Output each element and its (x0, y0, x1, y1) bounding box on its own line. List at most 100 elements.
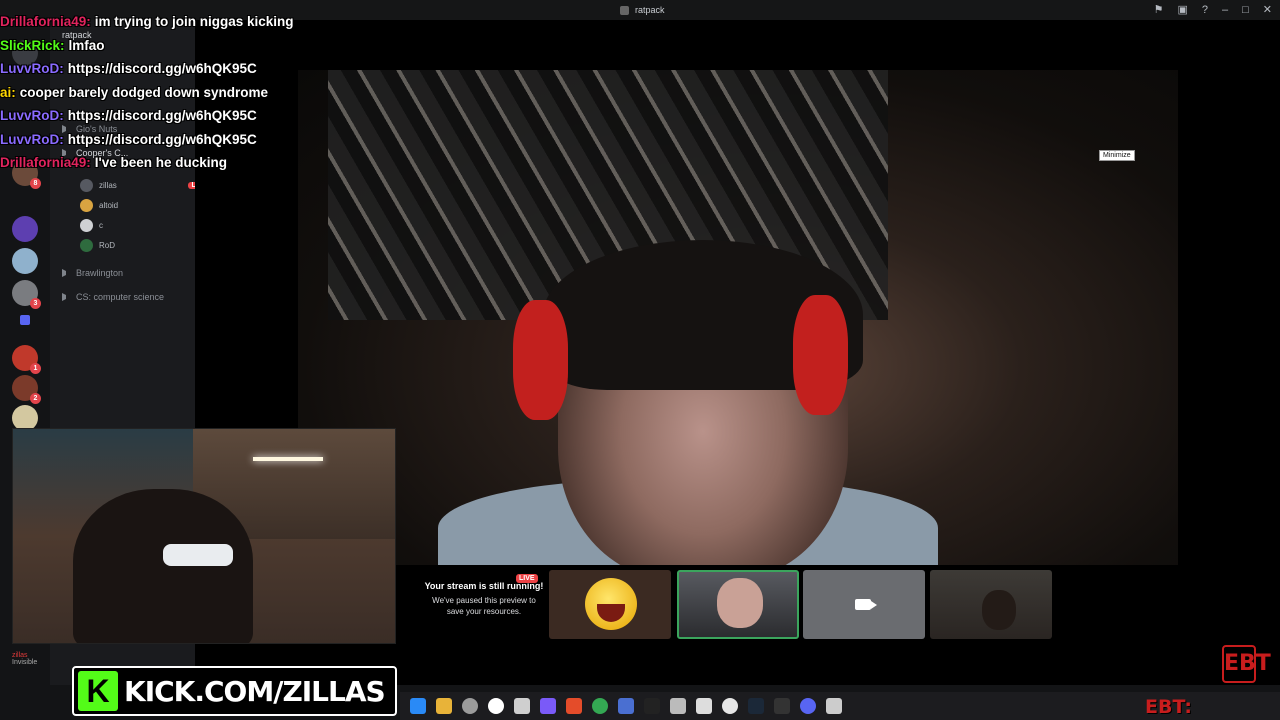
window-title-text: ratpack (635, 5, 665, 15)
file-explorer-icon[interactable] (436, 698, 452, 714)
chat-message: SlickRick: lmfao (0, 36, 330, 60)
chat-text: im trying to join niggas kicking (94, 14, 294, 29)
chat-text: cooper barely dodged down syndrome (19, 84, 269, 100)
participant-face (982, 590, 1016, 630)
server-icon-4[interactable] (12, 248, 38, 274)
windows-start-icon[interactable] (410, 698, 426, 714)
chat-username: Drillafornia49: (0, 155, 91, 170)
capcut-icon[interactable] (514, 698, 530, 714)
app-icon[interactable] (644, 698, 660, 714)
server-icon-3[interactable] (12, 216, 38, 242)
kick-url: KICK.COM/ZILLAS (124, 674, 386, 708)
media-player-icon[interactable] (722, 698, 738, 714)
participant-tile[interactable] (549, 570, 671, 639)
chat-message: LuvvRoD: https://discord.gg/w6hQK95C (0, 106, 330, 130)
chat-message: Drillafornia49: I've been he ducking (0, 153, 330, 177)
folder-icon[interactable] (20, 315, 30, 325)
chat-text: https://discord.gg/w6hQK95C (67, 131, 257, 147)
notification-badge: 8 (30, 178, 41, 189)
participant-tile-selected[interactable] (677, 570, 799, 639)
speaker-icon (62, 269, 70, 277)
voice-user[interactable]: zillas LIVE (80, 179, 210, 192)
chat-message: LuvvRoD: https://discord.gg/w6hQK95C (0, 130, 330, 154)
inbox-icon[interactable]: ⚑ (1154, 3, 1164, 16)
ceiling-light (253, 457, 323, 461)
chat-overlay: Drillafornia49: im trying to join niggas … (0, 12, 330, 177)
voice-user[interactable]: c (80, 219, 210, 232)
app-icon[interactable] (826, 698, 842, 714)
window-title: ratpack (620, 5, 665, 15)
user-panel-status: Invisible (12, 659, 38, 666)
chat-message: ai: cooper barely dodged down syndrome (0, 83, 330, 107)
voice-channel-label: Brawlington (76, 268, 124, 278)
minimize-button[interactable]: – (1222, 4, 1228, 16)
google-icon[interactable] (488, 698, 504, 714)
chat-username: LuvvRoD: (0, 131, 64, 147)
app-icon[interactable] (540, 698, 556, 714)
chat-username: SlickRick: (0, 37, 65, 53)
chat-username: Drillafornia49: (0, 14, 91, 29)
app-icon[interactable] (566, 698, 582, 714)
participant-tile[interactable] (803, 570, 925, 639)
participant-face (717, 578, 763, 628)
screen-icon[interactable]: ▣ (1177, 3, 1187, 16)
server-icon-5[interactable]: 3 (12, 280, 41, 309)
maximize-button[interactable]: □ (1242, 4, 1249, 16)
corner-logo: EBT (1222, 645, 1271, 683)
notice-subtitle: We've paused this preview to save your r… (432, 596, 536, 616)
avatar (80, 239, 93, 252)
obs-icon[interactable] (462, 698, 478, 714)
chat-username: LuvvRoD: (0, 61, 64, 76)
discord-screen: ratpack ⚑ ▣ ? – □ ✕ 8 3 1 2 ratpack Gio'… (0, 0, 1280, 720)
camera-icon (855, 599, 877, 610)
user-name: altoid (99, 201, 119, 210)
live-badge: LIVE (516, 574, 538, 583)
ebt-counter: EBT: 150/170 (1145, 696, 1231, 720)
voice-channel[interactable]: CS: computer science (62, 292, 164, 302)
steam-icon[interactable] (748, 698, 764, 714)
headphone-left (513, 300, 568, 420)
server-icon (620, 5, 629, 15)
chat-text: lmfao (68, 37, 105, 53)
streamer-silhouette (73, 489, 253, 643)
discord-icon[interactable] (800, 698, 816, 714)
kick-banner: K KICK.COM/ZILLAS (72, 666, 397, 716)
headphone-right (793, 295, 848, 415)
epic-games-icon[interactable] (774, 698, 790, 714)
notification-badge: 1 (30, 363, 41, 374)
sunglasses (163, 544, 233, 566)
chat-text: I've been he ducking (94, 155, 228, 170)
avatar (80, 179, 93, 192)
titlebar-controls: ⚑ ▣ ? – □ ✕ (1154, 3, 1272, 17)
notification-badge: 2 (30, 393, 41, 404)
server-icon-7[interactable]: 2 (12, 375, 41, 404)
help-icon[interactable]: ? (1202, 4, 1208, 16)
user-name: zillas (99, 181, 117, 190)
chat-username: ai: (0, 84, 16, 100)
server-icon-6[interactable]: 1 (12, 345, 41, 374)
user-name: c (99, 221, 103, 230)
participant-tile[interactable] (930, 570, 1052, 639)
voice-user[interactable]: altoid (80, 199, 210, 212)
user-panel-name: zillas (12, 652, 28, 659)
chat-username: LuvvRoD: (0, 108, 64, 123)
kick-logo: K (78, 671, 118, 711)
chat-message: LuvvRoD: https://discord.gg/w6hQK95C (0, 59, 330, 83)
voice-user[interactable]: RoD (80, 239, 210, 252)
voice-channel-label: CS: computer science (76, 292, 165, 302)
minimize-tooltip: Minimize (1099, 150, 1135, 161)
close-button[interactable]: ✕ (1263, 3, 1272, 16)
app-icon[interactable] (618, 698, 634, 714)
chat-text: https://discord.gg/w6hQK95C (67, 108, 257, 123)
notepad-icon[interactable] (696, 698, 712, 714)
streamer-webcam (12, 428, 396, 644)
notification-badge: 3 (30, 298, 41, 309)
chat-text: https://discord.gg/w6hQK95C (67, 61, 257, 76)
avatar (80, 199, 93, 212)
app-icon[interactable] (670, 698, 686, 714)
speaker-icon (62, 293, 70, 301)
user-name: RoD (99, 241, 116, 250)
voice-channel[interactable]: Brawlington (62, 268, 123, 278)
main-video-feed[interactable] (298, 70, 1178, 565)
chrome-icon[interactable] (592, 698, 608, 714)
